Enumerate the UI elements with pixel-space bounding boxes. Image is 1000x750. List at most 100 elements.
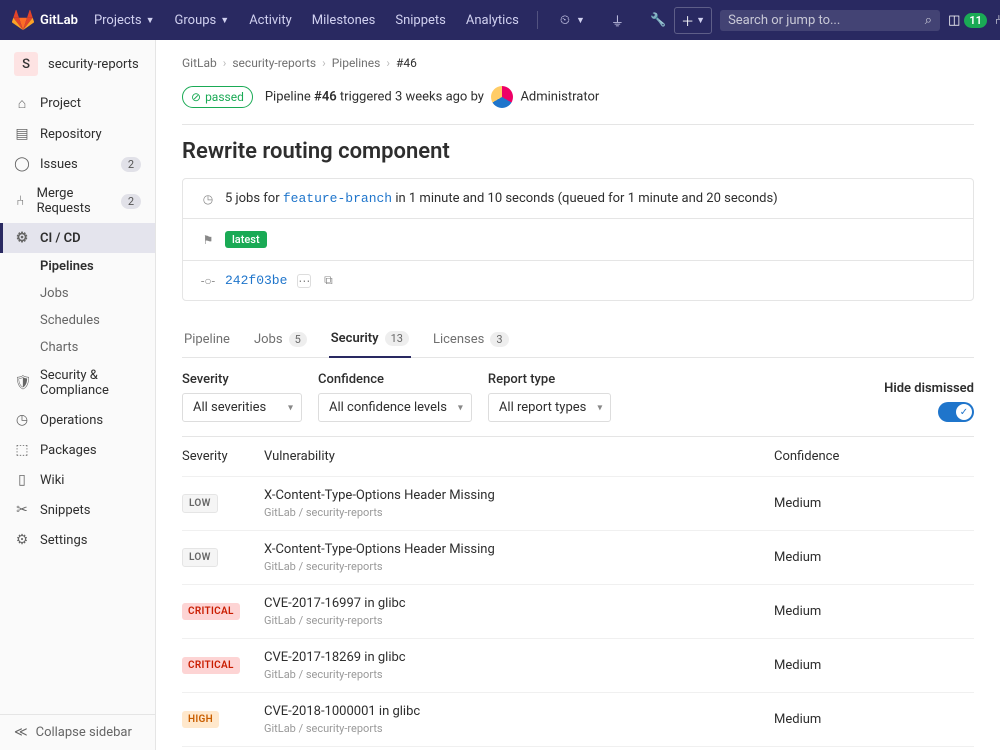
tab-jobs[interactable]: Jobs5 bbox=[252, 321, 309, 357]
vuln-confidence: Medium bbox=[774, 550, 974, 565]
top-nav: Projects▼ Groups▼ Activity Milestones Sn… bbox=[86, 5, 674, 36]
sidebar-item-packages[interactable]: ⬚Packages bbox=[0, 435, 155, 465]
report-type-select[interactable]: All report types bbox=[488, 393, 611, 422]
jobs-summary: 5 jobs for feature-branch in 1 minute an… bbox=[225, 191, 778, 206]
wrench-icon[interactable]: 🔧 bbox=[642, 7, 674, 34]
vuln-table: Severity Vulnerability Confidence LOWX-C… bbox=[182, 436, 974, 750]
bc-pipelines[interactable]: Pipelines bbox=[332, 56, 381, 70]
branch-link[interactable]: feature-branch bbox=[283, 191, 392, 206]
col-severity: Severity bbox=[182, 449, 264, 464]
severity-badge: CRITICAL bbox=[182, 657, 240, 674]
nav-snippets[interactable]: Snippets bbox=[387, 7, 454, 34]
table-row[interactable]: LOWX-Content-Type-Options Header Missing… bbox=[182, 476, 974, 530]
flag-icon: ⚑ bbox=[201, 233, 215, 247]
pipeline-header: ⊘passed Pipeline #46 triggered 3 weeks a… bbox=[182, 86, 974, 125]
sidebar: S security-reports ⌂Project ▤ Repository ◯I… bbox=[0, 40, 156, 750]
nav-milestones[interactable]: Milestones bbox=[304, 7, 384, 34]
author-name[interactable]: Administrator bbox=[520, 89, 599, 104]
mr-icon: ⑃ bbox=[995, 13, 1000, 28]
sidebar-item-repository[interactable]: ▤ Repository bbox=[0, 119, 155, 149]
issue-icon: ◫ bbox=[948, 13, 960, 28]
sidebar-item-label: Wiki bbox=[40, 473, 64, 488]
nav-analytics[interactable]: Analytics bbox=[458, 7, 527, 34]
sha-link[interactable]: 242f03be bbox=[225, 273, 287, 288]
filters: Severity All severities Confidence All c… bbox=[182, 358, 974, 436]
author-avatar[interactable] bbox=[491, 86, 513, 108]
table-row[interactable]: CRITICALCVE-2017-18269 in glibcGitLab / … bbox=[182, 638, 974, 692]
vuln-project: GitLab / security-reports bbox=[264, 668, 774, 681]
plus-menu[interactable]: ＋▼ bbox=[674, 7, 712, 34]
table-row[interactable]: CRITICAL CVE-2017-16997 in glibc GitLab / … bbox=[182, 584, 974, 638]
project-avatar: S bbox=[14, 52, 38, 76]
sidebar-item-operations[interactable]: ◷Operations bbox=[0, 405, 155, 435]
clock-icon: ◷ bbox=[201, 192, 215, 206]
vuln-project: GitLab / security-reports bbox=[264, 614, 774, 627]
more-icon[interactable]: ⋯ bbox=[297, 274, 311, 288]
chart-icon[interactable]: ⏚ bbox=[603, 5, 632, 36]
vuln-name: CVE-2017-16997 in glibc bbox=[264, 596, 774, 611]
tab-licenses[interactable]: Licenses3 bbox=[431, 321, 511, 357]
tab-pipeline[interactable]: Pipeline bbox=[182, 321, 232, 357]
sidebar-item-merge-requests[interactable]: ⑃Merge Requests2 bbox=[0, 179, 155, 223]
project-name: security-reports bbox=[48, 57, 139, 72]
sidebar-item-security-compliance[interactable]: 🛡Security & Compliance bbox=[0, 361, 155, 405]
nav-groups[interactable]: Groups▼ bbox=[167, 7, 238, 34]
sidebar-icon: ▤ bbox=[14, 126, 30, 142]
sidebar-item-label: Repository bbox=[40, 127, 102, 142]
topbar: GitLab Projects▼ Groups▼ Activity Milest… bbox=[0, 0, 1000, 40]
table-row[interactable]: LOWX-Content-Type-Options Header Missing… bbox=[182, 530, 974, 584]
table-row[interactable]: MEDIUMCVE-2016-10228 in glibcGitLab / se… bbox=[182, 746, 974, 750]
sidebar-item-ci-cd[interactable]: ⚙ CI / CD bbox=[0, 223, 155, 253]
sidebar-icon: ◷ bbox=[14, 412, 30, 428]
sidebar-sub-jobs[interactable]: Jobs bbox=[0, 280, 155, 307]
table-row[interactable]: HIGHCVE-2018-1000001 in glibcGitLab / se… bbox=[182, 692, 974, 746]
tab-count: 3 bbox=[490, 332, 508, 347]
search-icon: ⌕ bbox=[925, 13, 932, 28]
tab-count: 13 bbox=[385, 331, 409, 346]
ops-dash-icon[interactable]: ⏲▼ bbox=[552, 7, 593, 34]
bc-project[interactable]: security-reports bbox=[232, 56, 316, 70]
hide-dismissed-toggle[interactable] bbox=[938, 402, 974, 422]
bc-current: #46 bbox=[396, 56, 417, 70]
confidence-label: Confidence bbox=[318, 372, 472, 387]
col-vulnerability: Vulnerability bbox=[264, 449, 774, 464]
sidebar-icon: ⑃ bbox=[14, 193, 27, 209]
mr-link[interactable]: ⑃ bbox=[995, 13, 1000, 28]
project-header[interactable]: S security-reports bbox=[0, 40, 155, 88]
sidebar-sub-schedules[interactable]: Schedules bbox=[0, 307, 155, 334]
breadcrumb: GitLab› security-reports› Pipelines› #46 bbox=[182, 56, 974, 70]
sidebar-sub-pipelines[interactable]: Pipelines bbox=[0, 253, 155, 280]
sidebar-item-issues[interactable]: ◯Issues2 bbox=[0, 149, 155, 179]
tab-security[interactable]: Security13 bbox=[329, 321, 411, 358]
status-badge[interactable]: ⊘passed bbox=[182, 86, 253, 108]
sidebar-item-snippets[interactable]: ✂Snippets bbox=[0, 495, 155, 525]
collapse-sidebar[interactable]: ≪ Collapse sidebar bbox=[0, 714, 155, 750]
vuln-name: X-Content-Type-Options Header Missing bbox=[264, 488, 774, 503]
sidebar-sub-charts[interactable]: Charts bbox=[0, 334, 155, 361]
severity-select[interactable]: All severities bbox=[182, 393, 302, 422]
sidebar-item-settings[interactable]: ⚙Settings bbox=[0, 525, 155, 555]
search-input[interactable] bbox=[728, 13, 925, 28]
sidebar-item-label: CI / CD bbox=[40, 231, 81, 246]
sidebar-item-wiki[interactable]: ▯Wiki bbox=[0, 465, 155, 495]
nav-activity[interactable]: Activity bbox=[241, 7, 300, 34]
collapse-icon: ≪ bbox=[14, 725, 28, 740]
sidebar-item-label: Snippets bbox=[40, 503, 91, 518]
sidebar-count: 2 bbox=[121, 157, 141, 172]
nav-projects[interactable]: Projects▼ bbox=[86, 7, 163, 34]
sidebar-icon: ⚙ bbox=[14, 230, 30, 246]
vuln-project: GitLab / security-reports bbox=[264, 506, 774, 519]
vuln-project: GitLab / security-reports bbox=[264, 560, 774, 573]
copy-icon[interactable]: ⧉ bbox=[321, 274, 335, 288]
global-search[interactable]: ⌕ bbox=[720, 10, 940, 31]
bc-root[interactable]: GitLab bbox=[182, 56, 217, 70]
sidebar-icon: ⌂ bbox=[14, 95, 30, 112]
severity-badge: CRITICAL bbox=[182, 603, 240, 620]
check-icon: ⊘ bbox=[191, 90, 201, 104]
issues-link[interactable]: ◫11 bbox=[948, 13, 987, 28]
jobs-box: ◷ 5 jobs for feature-branch in 1 minute … bbox=[182, 178, 974, 301]
sidebar-item-project[interactable]: ⌂Project bbox=[0, 88, 155, 119]
sidebar-item-label: Merge Requests bbox=[37, 186, 111, 216]
gitlab-logo[interactable]: GitLab bbox=[12, 9, 78, 31]
confidence-select[interactable]: All confidence levels bbox=[318, 393, 472, 422]
